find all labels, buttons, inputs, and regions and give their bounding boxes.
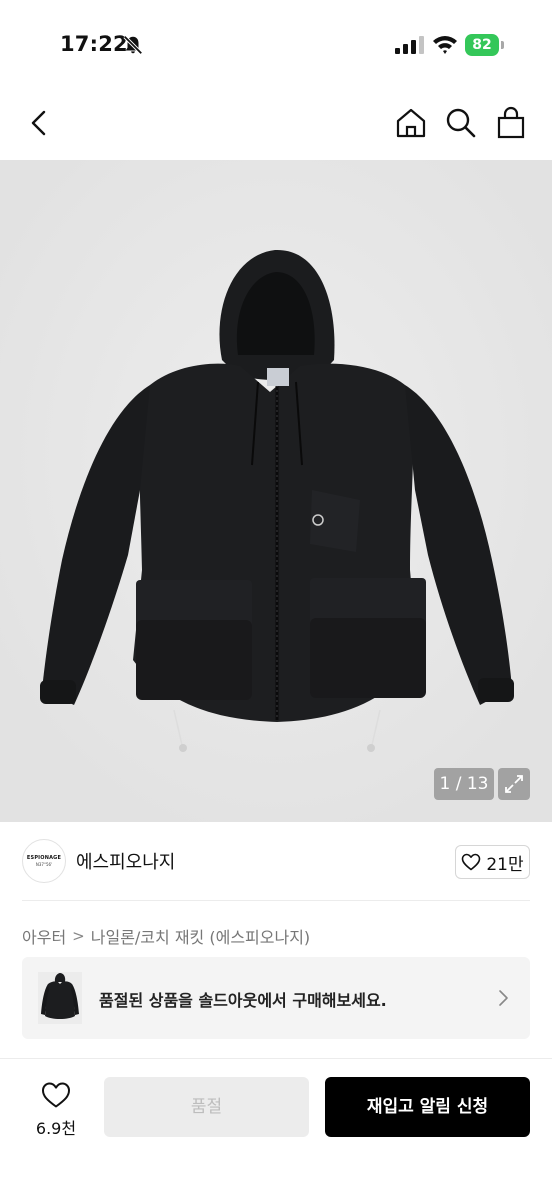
battery-icon: 82 (465, 34, 505, 56)
top-nav-bar (0, 90, 552, 160)
wishlist-count: 6.9천 (35, 1119, 77, 1138)
breadcrumb: 아우터 > 나일론/코치 재킷 (에스피오나지) (22, 924, 310, 948)
divider (22, 900, 530, 901)
breadcrumb-item-category[interactable]: 나일론/코치 재킷 (에스피오나지) (91, 924, 310, 948)
jacket-photo (0, 160, 552, 822)
status-bar: 17:22 82 (0, 0, 552, 90)
signal-icon (395, 36, 424, 54)
chevron-left-icon[interactable] (22, 106, 56, 140)
brand-row: ESPIONAGE N37°56' 에스피오나지 21만 (0, 822, 552, 902)
soldout-banner-text: 품절된 상품을 솔드아웃에서 구매해보세요. (99, 991, 387, 1010)
status-time: 17:22 (60, 32, 128, 56)
brand-name[interactable]: 에스피오나지 (76, 848, 175, 874)
breadcrumb-separator: > (72, 927, 85, 945)
brand-logo-text: ESPIONAGE (26, 855, 62, 861)
wishlist-button[interactable]: 6.9천 (28, 1081, 84, 1141)
heart-icon (42, 1082, 70, 1108)
shopping-bag-icon[interactable] (494, 106, 528, 140)
brand-logo[interactable]: ESPIONAGE N37°56' (22, 839, 66, 883)
banner-thumbnail (38, 972, 82, 1024)
bottom-action-bar: 6.9천 품절 재입고 알림 신청 (0, 1058, 552, 1200)
jacket-thumbnail-image (41, 973, 79, 1019)
battery-level: 82 (472, 37, 492, 53)
expand-arrows-icon (505, 775, 523, 793)
breadcrumb-item-outer[interactable]: 아우터 (22, 924, 66, 948)
chevron-right-icon (499, 990, 508, 1006)
brand-like-button[interactable]: 21만 (455, 845, 530, 879)
bell-off-icon (123, 35, 143, 55)
brand-logo-subtext: N37°56' (35, 862, 53, 867)
soldout-banner[interactable]: 품절된 상품을 솔드아웃에서 구매해보세요. (22, 957, 530, 1039)
heart-icon (462, 853, 481, 871)
restock-alert-button[interactable]: 재입고 알림 신청 (325, 1077, 530, 1137)
image-counter: 1 / 13 (434, 768, 494, 800)
brand-like-count: 21만 (486, 854, 524, 875)
soldout-button: 품절 (104, 1077, 309, 1137)
home-icon[interactable] (394, 106, 428, 140)
battery-tip (501, 41, 504, 49)
search-icon[interactable] (444, 106, 478, 140)
wifi-icon (433, 36, 457, 54)
expand-button[interactable] (498, 768, 530, 800)
product-image[interactable]: 1 / 13 (0, 160, 552, 822)
